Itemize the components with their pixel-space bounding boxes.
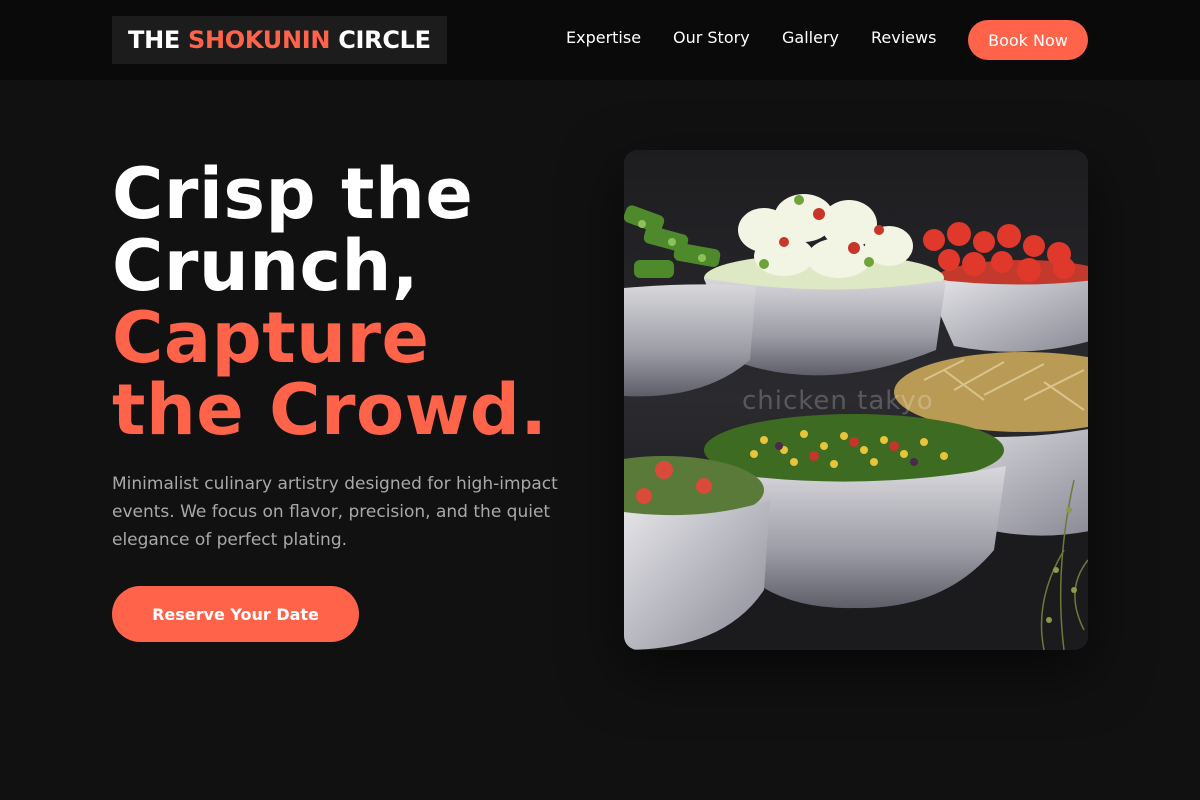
headline-line-1: Crisp the	[112, 153, 474, 235]
brand-logo[interactable]: THE SHOKUNIN CIRCLE	[112, 16, 447, 64]
headline-line-3: Capture	[112, 297, 430, 379]
book-now-button[interactable]: Book Now	[968, 20, 1088, 60]
nav-link-reviews[interactable]: Reviews	[871, 28, 936, 48]
nav-link-our-story[interactable]: Our Story	[673, 28, 750, 48]
logo-word-circle: CIRCLE	[338, 26, 431, 54]
logo-word-shokunin: SHOKUNIN	[188, 26, 331, 54]
reserve-date-button[interactable]: Reserve Your Date	[112, 586, 359, 642]
hero-description: Minimalist culinary artistry designed fo…	[112, 474, 558, 550]
salad-bowls-photo: chicken takyo	[624, 150, 1088, 650]
logo-word-the: THE	[128, 26, 180, 54]
nav-link-expertise[interactable]: Expertise	[566, 28, 641, 48]
headline-line-4: the Crowd.	[112, 369, 548, 451]
headline-line-2: Crunch,	[112, 225, 419, 307]
site-header: THE SHOKUNIN CIRCLE Expertise Our Story …	[0, 0, 1200, 80]
nav-link-gallery[interactable]: Gallery	[782, 28, 839, 48]
image-watermark: chicken takyo	[742, 386, 934, 416]
hero-headline: Crisp the Crunch, Capture the Crowd.	[112, 158, 592, 446]
